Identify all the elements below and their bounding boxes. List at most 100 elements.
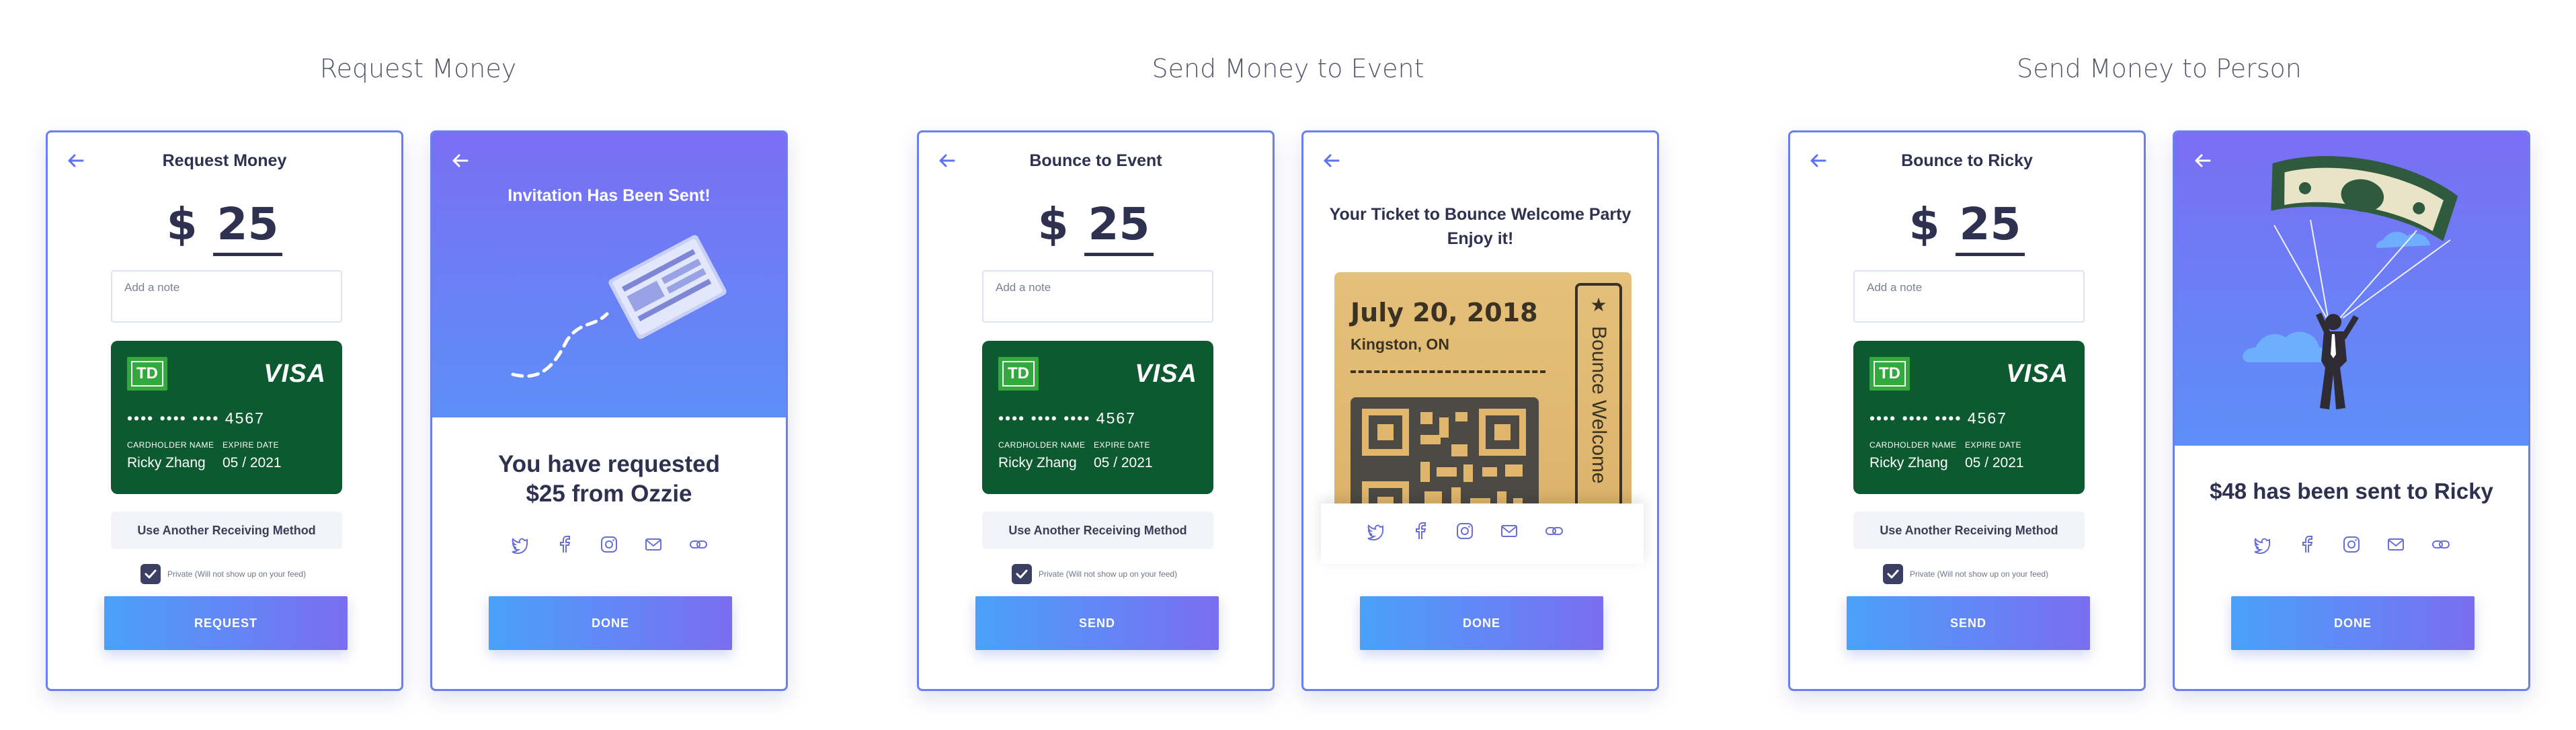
hero-title: Invitation Has Been Sent! — [508, 186, 711, 205]
form-title: Bounce to Ricky — [1901, 151, 2033, 170]
card-number: •••• •••• •••• 4567 — [1869, 409, 2007, 427]
amount-display[interactable]: $ 25 — [1790, 198, 2144, 256]
confirmation-hero — [2175, 132, 2528, 446]
use-another-method-button[interactable]: Use Another Receiving Method — [1853, 512, 2085, 549]
td-bank-logo: TD — [998, 357, 1039, 391]
note-input[interactable]: Add a note — [982, 270, 1213, 323]
td-bank-logo: TD — [1869, 357, 1910, 391]
link-icon[interactable] — [1544, 521, 1564, 541]
private-label: Private (Will not show up on your feed) — [167, 569, 307, 579]
checkmark-icon — [1016, 569, 1028, 579]
note-input[interactable]: Add a note — [111, 270, 342, 323]
mail-icon[interactable] — [643, 534, 663, 555]
amount-value: 25 — [1955, 198, 2025, 256]
amount-display[interactable]: $ 25 — [919, 198, 1273, 256]
ticket-date: July 20, 2018 — [1351, 298, 1538, 327]
ticket-title: Your Ticket to Bounce Welcome Party Enjo… — [1329, 205, 1632, 248]
private-checkbox[interactable] — [1012, 564, 1032, 584]
use-another-method-button[interactable]: Use Another Receiving Method — [111, 512, 342, 549]
send-button[interactable]: SEND — [975, 596, 1219, 650]
cardholder-label: CARDHOLDER NAME — [998, 440, 1086, 450]
private-checkbox[interactable] — [140, 564, 161, 584]
note-input[interactable]: Add a note — [1853, 270, 2085, 323]
twitter-icon[interactable] — [510, 534, 530, 555]
currency-symbol: $ — [1037, 198, 1069, 250]
back-arrow-icon[interactable] — [1318, 147, 1345, 174]
facebook-icon[interactable] — [1410, 521, 1431, 541]
section-title-request-money: Request Money — [319, 54, 517, 83]
expiry-date: 05 / 2021 — [1094, 455, 1153, 471]
ticket-stub-text: Bounce Welcome — [1588, 326, 1610, 484]
confirmation-message: You have requested $25 from Ozzie — [497, 451, 720, 507]
currency-symbol: $ — [166, 198, 198, 250]
expiry-label: EXPIRE DATE — [1965, 440, 2021, 450]
twitter-icon[interactable] — [2252, 534, 2272, 555]
private-label: Private (Will not show up on your feed) — [1039, 569, 1178, 579]
cardholder-label: CARDHOLDER NAME — [1869, 440, 1957, 450]
currency-symbol: $ — [1908, 198, 1940, 250]
ticket-city: Kingston, ON — [1351, 335, 1449, 353]
payment-card[interactable]: TD VISA •••• •••• •••• 4567 CARDHOLDER N… — [111, 341, 342, 494]
request-money-form-panel: Request Money $ 25 Add a note TD VISA ••… — [46, 130, 403, 691]
amount-value: 25 — [212, 198, 283, 256]
instagram-icon[interactable] — [1455, 521, 1475, 541]
cardholder-label: CARDHOLDER NAME — [127, 440, 214, 450]
expiry-date: 05 / 2021 — [1965, 455, 2024, 471]
request-confirmation-panel: Invitation Has Been Sent! You have reque… — [430, 130, 788, 691]
form-title: Request Money — [162, 151, 287, 170]
star-icon: ★ — [1590, 294, 1607, 315]
bounce-to-person-form-panel: Bounce to Ricky $ 25 Add a note TD VISA … — [1788, 130, 2146, 691]
instagram-icon[interactable] — [599, 534, 619, 555]
confirmation-message: $48 has been sent to Ricky — [2210, 479, 2493, 503]
checkmark-icon — [145, 569, 157, 579]
amount-display[interactable]: $ 25 — [48, 198, 401, 256]
done-button[interactable]: DONE — [489, 596, 732, 650]
checkmark-icon — [1887, 569, 1899, 579]
event-ticket-panel: Your Ticket to Bounce Welcome Party Enjo… — [1301, 130, 1659, 691]
link-icon[interactable] — [688, 534, 709, 555]
section-title-send-to-person: Send Money to Person — [2017, 54, 2302, 83]
share-icons — [432, 534, 786, 561]
instagram-icon[interactable] — [2341, 534, 2362, 555]
use-another-method-button[interactable]: Use Another Receiving Method — [982, 512, 1213, 549]
send-button[interactable]: SEND — [1847, 596, 2090, 650]
twitter-icon[interactable] — [1365, 521, 1385, 541]
form-title: Bounce to Event — [1029, 151, 1162, 170]
event-ticket[interactable]: July 20, 2018 Kingston, ON ★ Bounce Welc… — [1334, 272, 1632, 528]
expiry-label: EXPIRE DATE — [223, 440, 279, 450]
facebook-icon[interactable] — [2297, 534, 2317, 555]
visa-logo: VISA — [2006, 360, 2068, 388]
share-sheet — [1321, 503, 1644, 564]
confirmation-hero: Invitation Has Been Sent! — [432, 132, 786, 417]
expiry-date: 05 / 2021 — [223, 455, 282, 471]
back-arrow-icon[interactable] — [447, 147, 474, 174]
parachute-money-illustration — [2243, 156, 2458, 409]
expiry-label: EXPIRE DATE — [1094, 440, 1150, 450]
cardholder-name: Ricky Zhang — [998, 455, 1077, 471]
ticket-divider — [1351, 370, 1545, 373]
payment-card[interactable]: TD VISA •••• •••• •••• 4567 CARDHOLDER N… — [1853, 341, 2085, 494]
mail-icon[interactable] — [2386, 534, 2406, 555]
card-number: •••• •••• •••• 4567 — [998, 409, 1136, 427]
section-title-send-to-event: Send Money to Event — [1152, 54, 1424, 83]
cardholder-name: Ricky Zhang — [1869, 455, 1948, 471]
private-checkbox[interactable] — [1883, 564, 1903, 584]
done-button[interactable]: DONE — [1360, 596, 1603, 650]
mail-icon[interactable] — [1499, 521, 1519, 541]
ticket-stub: ★ Bounce Welcome — [1575, 283, 1622, 528]
visa-logo: VISA — [1135, 360, 1197, 388]
share-icons — [1303, 521, 1626, 548]
amount-value: 25 — [1084, 198, 1154, 256]
facebook-icon[interactable] — [555, 534, 575, 555]
card-number: •••• •••• •••• 4567 — [127, 409, 265, 427]
share-icons — [2175, 534, 2528, 561]
request-button[interactable]: REQUEST — [104, 596, 348, 650]
link-icon[interactable] — [2431, 534, 2451, 555]
cardholder-name: Ricky Zhang — [127, 455, 206, 471]
payment-card[interactable]: TD VISA •••• •••• •••• 4567 CARDHOLDER N… — [982, 341, 1213, 494]
done-button[interactable]: DONE — [2231, 596, 2474, 650]
invitation-illustration — [511, 235, 727, 378]
bounce-to-event-form-panel: Bounce to Event $ 25 Add a note TD VISA … — [917, 130, 1275, 691]
td-bank-logo: TD — [127, 357, 167, 391]
private-label: Private (Will not show up on your feed) — [1910, 569, 2049, 579]
